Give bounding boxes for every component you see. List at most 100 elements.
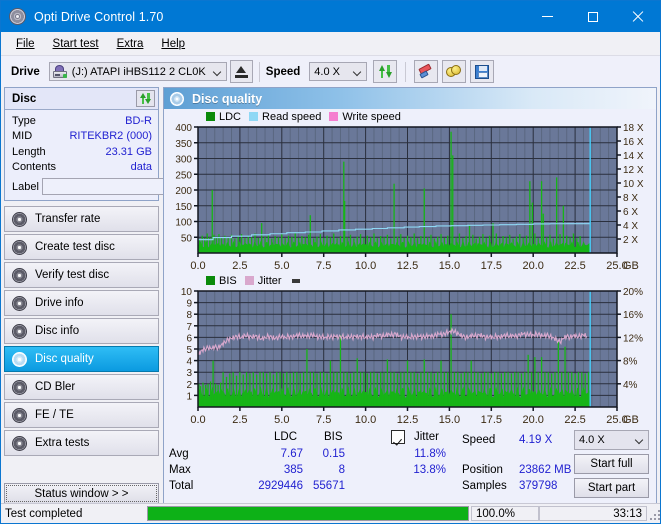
sidebar-item-fe-te[interactable]: FE / TE xyxy=(4,402,159,428)
svg-text:18 X: 18 X xyxy=(623,123,644,134)
stats-total-ldc: 2929446 xyxy=(258,480,303,492)
svg-text:150: 150 xyxy=(175,202,192,213)
sidebar-item-transfer-rate[interactable]: Transfer rate xyxy=(4,206,159,232)
sidebar-item-verify-test-disc[interactable]: Verify test disc xyxy=(4,262,159,288)
close-button[interactable] xyxy=(615,1,660,32)
sidebar-item-label: Extra tests xyxy=(35,437,90,449)
disc-icon xyxy=(12,323,27,339)
test-speed-value: 4.0 X xyxy=(579,434,605,446)
chart-bis-jitter[interactable]: 1 2 3 4 5 6 7 8 9 10 4% 8% 12% 16% 20% 0.0 2.5 5.0 7.5 10.0… xyxy=(166,287,654,427)
menu-start-test[interactable]: Start test xyxy=(44,35,108,53)
sidebar-item-drive-info[interactable]: Drive info xyxy=(4,290,159,316)
svg-text:2.5: 2.5 xyxy=(232,414,247,426)
stats-avg-jitter: 11.8% xyxy=(414,448,446,460)
refresh-icon xyxy=(139,92,152,105)
menu-help[interactable]: Help xyxy=(152,35,194,53)
svg-text:2.5: 2.5 xyxy=(232,260,247,272)
disc-icon xyxy=(12,379,27,395)
svg-text:2: 2 xyxy=(186,380,192,391)
sidebar-item-disc-quality[interactable]: Disc quality xyxy=(4,346,159,372)
svg-text:4 X: 4 X xyxy=(623,221,638,232)
status-bar: Test completed 100.0% 33:13 xyxy=(1,503,660,523)
status-window-button[interactable]: Status window > > xyxy=(4,483,159,504)
disc-mid-value: RITEKBR2 (000) xyxy=(69,130,152,143)
svg-text:12 X: 12 X xyxy=(623,165,644,176)
svg-text:7: 7 xyxy=(186,322,192,333)
legend-swatch-read-speed xyxy=(249,112,259,121)
disc-row-mid: MID RITEKBR2 (000) xyxy=(12,129,152,145)
sidebar-item-cd-bler[interactable]: CD Bler xyxy=(4,374,159,400)
svg-text:10: 10 xyxy=(181,287,193,298)
sidebar-item-label: FE / TE xyxy=(35,409,74,421)
erase-button[interactable] xyxy=(414,60,439,83)
svg-text:5.0: 5.0 xyxy=(274,414,289,426)
svg-text:17.5: 17.5 xyxy=(481,414,502,426)
sidebar-item-disc-info[interactable]: Disc info xyxy=(4,318,159,344)
samples-readout-label: Samples xyxy=(462,480,507,492)
disc-contents-key: Contents xyxy=(12,161,57,174)
svg-text:22.5: 22.5 xyxy=(564,260,585,272)
menu-extra[interactable]: Extra xyxy=(108,35,153,53)
eject-button[interactable] xyxy=(229,60,253,83)
svg-text:6 X: 6 X xyxy=(623,207,638,218)
disc-icon xyxy=(12,407,27,423)
chart-ldc-read-speed[interactable]: 50 100 150 200 250 300 350 400 2 X 4 X 6 X 8 X 10 X 1… xyxy=(166,123,654,273)
eject-icon xyxy=(234,65,248,78)
stats-max-jitter: 13.8% xyxy=(413,464,446,476)
sidebar-item-extra-tests[interactable]: Extra tests xyxy=(4,430,159,456)
resize-grip[interactable] xyxy=(648,508,660,520)
svg-text:400: 400 xyxy=(175,123,192,134)
position-readout-value: 23862 MB xyxy=(519,464,572,476)
disc-row-contents: Contents data xyxy=(12,160,152,176)
menu-file[interactable]: File xyxy=(7,35,44,53)
svg-text:12.5: 12.5 xyxy=(397,414,418,426)
svg-text:GB: GB xyxy=(623,414,639,426)
minimize-button[interactable] xyxy=(525,1,570,32)
stats-panel: LDC BIS Jitter Avg 7.67 0.15 11.8% Max 3… xyxy=(164,427,656,505)
sidebar-item-label: Verify test disc xyxy=(35,269,110,281)
jitter-checkbox[interactable] xyxy=(391,430,405,444)
toolbar: Drive (J:) ATAPI iHBS112 2 CL0K Speed 4.… xyxy=(1,56,660,87)
page-title: Disc quality xyxy=(192,91,263,106)
svg-text:12.5: 12.5 xyxy=(397,260,418,272)
chart2-legend: BIS Jitter xyxy=(166,274,654,287)
stats-max-ldc: 385 xyxy=(283,464,303,476)
svg-text:8%: 8% xyxy=(623,357,638,368)
stats-col-bis: BIS xyxy=(324,431,343,443)
legend-swatch-ldc xyxy=(206,112,215,121)
drive-select[interactable]: (J:) ATAPI iHBS112 2 CL0K xyxy=(48,62,227,81)
test-speed-select[interactable]: 4.0 X xyxy=(574,430,649,450)
coins-button[interactable] xyxy=(442,60,467,83)
svg-text:3: 3 xyxy=(186,368,192,379)
stats-max-bis: 8 xyxy=(338,464,345,476)
save-button[interactable] xyxy=(470,60,495,83)
start-full-button[interactable]: Start full xyxy=(574,454,649,474)
chevron-down-icon xyxy=(214,68,221,75)
status-text: Test completed xyxy=(5,507,83,520)
disc-type-key: Type xyxy=(12,114,36,127)
drive-label: Drive xyxy=(11,65,40,78)
disc-row-type: Type BD-R xyxy=(12,113,152,129)
charts-area: LDC Read speed Write speed 50 100 150 200 25… xyxy=(164,109,656,427)
svg-text:10.0: 10.0 xyxy=(355,260,376,272)
svg-text:7.5: 7.5 xyxy=(316,260,331,272)
disc-mid-key: MID xyxy=(12,130,33,143)
sidebar-item-create-test-disc[interactable]: Create test disc xyxy=(4,234,159,260)
disc-row-length: Length 23.31 GB xyxy=(12,144,152,160)
maximize-button[interactable] xyxy=(570,1,615,32)
disc-refresh-button[interactable] xyxy=(136,90,155,107)
sidebar-item-label: Transfer rate xyxy=(35,213,101,225)
speed-select[interactable]: 4.0 X xyxy=(309,62,368,81)
svg-text:20.0: 20.0 xyxy=(522,260,543,272)
drive-select-value: (J:) ATAPI iHBS112 2 CL0K xyxy=(71,65,206,78)
save-icon xyxy=(475,64,490,79)
close-icon xyxy=(632,11,644,23)
disc-icon xyxy=(12,295,27,311)
svg-text:10.0: 10.0 xyxy=(355,414,376,426)
refresh-button[interactable] xyxy=(373,60,398,83)
start-part-button[interactable]: Start part xyxy=(574,478,649,498)
svg-text:16 X: 16 X xyxy=(623,137,644,148)
sidebar-item-label: Disc quality xyxy=(35,353,94,365)
jitter-label: Jitter xyxy=(414,431,439,443)
